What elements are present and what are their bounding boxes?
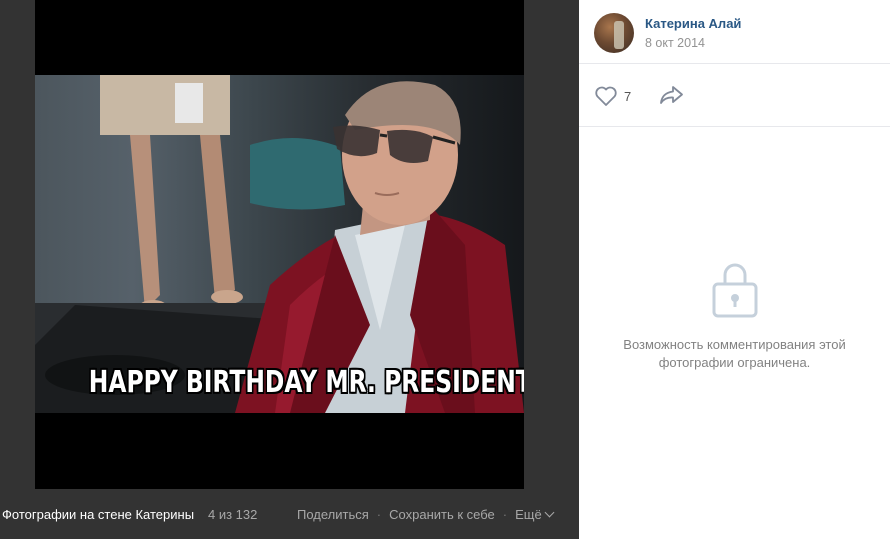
more-menu-button[interactable]: Ещё	[515, 506, 555, 522]
post-header: Катерина Алай 8 окт 2014	[579, 0, 890, 64]
separator-dot: ·	[502, 506, 508, 522]
post-date[interactable]: 8 окт 2014	[645, 36, 705, 50]
share-link[interactable]: Поделиться	[297, 507, 369, 522]
lock-icon	[712, 263, 757, 318]
comments-locked-text: Возможность комментирования этой фотогра…	[579, 336, 890, 372]
separator-dot: ·	[376, 506, 382, 522]
save-link[interactable]: Сохранить к себе	[389, 507, 495, 522]
photo-caption: HAPPY BIRTHDAY MR. PRESIDENT	[88, 365, 524, 400]
share-arrow-icon	[660, 86, 683, 104]
photo-image: HAPPY BIRTHDAY MR. PRESIDENT	[35, 75, 524, 413]
comments-locked-line: Возможность комментирования этой	[623, 337, 846, 352]
comments-locked-line: фотографии ограничена.	[658, 355, 811, 370]
avatar[interactable]	[594, 13, 634, 53]
author-name[interactable]: Катерина Алай	[645, 16, 741, 31]
like-button[interactable]: 7	[594, 85, 631, 107]
share-button[interactable]	[659, 84, 685, 111]
heart-icon	[595, 86, 617, 106]
viewer-footer: Фотографии на стене Катерины 4 из 132 По…	[0, 500, 579, 528]
more-label: Ещё	[515, 506, 542, 522]
photo-viewer: HAPPY BIRTHDAY MR. PRESIDENT Фотографии …	[0, 0, 579, 539]
chevron-down-icon	[544, 507, 555, 517]
comments-locked-notice: Возможность комментирования этой фотогра…	[579, 260, 890, 372]
album-link[interactable]: Фотографии на стене Катерины	[2, 507, 194, 522]
photo-counter: 4 из 132	[208, 506, 258, 522]
viewer-actions: Поделиться · Сохранить к себе · Ещё	[297, 506, 555, 522]
photo[interactable]: HAPPY BIRTHDAY MR. PRESIDENT	[35, 0, 524, 489]
photo-info-panel: Катерина Алай 8 окт 2014 7 Возможность к…	[579, 0, 890, 539]
like-count: 7	[624, 88, 632, 104]
post-actions: 7	[579, 64, 890, 127]
